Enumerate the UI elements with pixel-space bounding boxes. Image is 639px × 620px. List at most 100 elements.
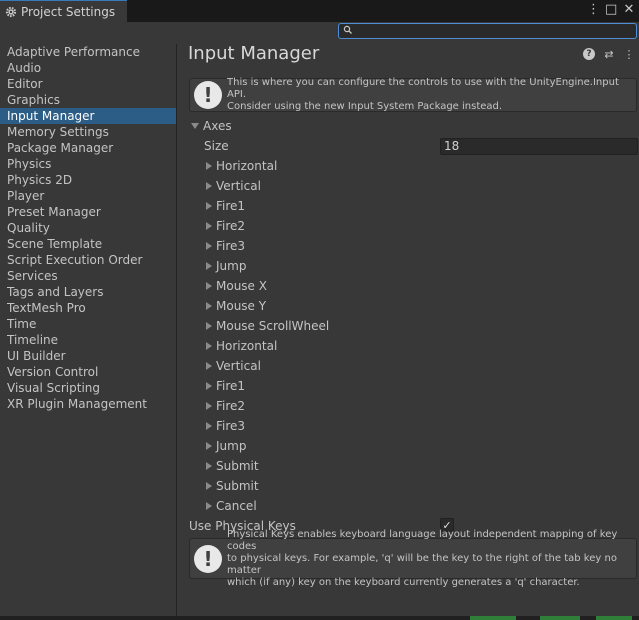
chevron-right-icon <box>206 402 212 410</box>
warning-icon: ! <box>194 81 222 109</box>
chevron-right-icon <box>206 382 212 390</box>
chevron-right-icon <box>206 262 212 270</box>
info-help-box: ! This is where you can configure the co… <box>189 77 637 112</box>
warning-icon: ! <box>194 544 222 573</box>
axis-item-fire3[interactable]: Fire3 <box>206 236 245 256</box>
axes-label: Axes <box>203 119 232 133</box>
sidebar-item-visual-scripting[interactable]: Visual Scripting <box>0 380 176 396</box>
axis-item-vertical-2[interactable]: Vertical <box>206 356 261 376</box>
chevron-right-icon <box>206 482 212 490</box>
maximize-icon[interactable]: □ <box>605 2 617 18</box>
sidebar-item-scene-template[interactable]: Scene Template <box>0 236 176 252</box>
sidebar-item-audio[interactable]: Audio <box>0 60 176 76</box>
axis-item-fire3-2[interactable]: Fire3 <box>206 416 245 436</box>
axis-label: Fire3 <box>216 239 246 253</box>
sidebar-item-player[interactable]: Player <box>0 188 176 204</box>
chevron-down-icon <box>191 123 199 129</box>
sidebar-item-editor[interactable]: Editor <box>0 76 176 92</box>
chevron-right-icon <box>206 362 212 370</box>
chevron-right-icon <box>206 182 212 190</box>
axis-item-submit[interactable]: Submit <box>206 456 259 476</box>
sidebar-item-input-manager[interactable]: Input Manager <box>0 108 176 124</box>
axis-label: Fire2 <box>216 219 246 233</box>
sidebar-item-textmesh-pro[interactable]: TextMesh Pro <box>0 300 176 316</box>
chevron-right-icon <box>206 302 212 310</box>
preset-icon[interactable]: ⇄ <box>603 48 615 61</box>
sidebar-item-time[interactable]: Time <box>0 316 176 332</box>
axes-foldout[interactable]: Axes <box>191 116 232 136</box>
background-block <box>596 616 632 620</box>
window-titlebar: Project Settings ⋮ □ ✕ <box>0 0 639 22</box>
size-field[interactable]: 18 <box>440 138 638 155</box>
physical-keys-help-box: ! Physical Keys enables keyboard languag… <box>189 529 637 588</box>
size-label: Size <box>204 139 229 153</box>
chevron-right-icon <box>206 342 212 350</box>
axis-label: Fire1 <box>216 379 246 393</box>
search-row <box>0 22 639 41</box>
sidebar-item-timeline[interactable]: Timeline <box>0 332 176 348</box>
axis-label: Vertical <box>216 359 261 373</box>
axis-item-submit-2[interactable]: Submit <box>206 476 259 496</box>
background-block <box>470 616 516 620</box>
tab-title: Project Settings <box>21 4 116 19</box>
sidebar-item-memory-settings[interactable]: Memory Settings <box>0 124 176 140</box>
sidebar-item-quality[interactable]: Quality <box>0 220 176 236</box>
axis-label: Cancel <box>216 499 257 513</box>
sidebar-item-services[interactable]: Services <box>0 268 176 284</box>
axis-item-fire1-2[interactable]: Fire1 <box>206 376 245 396</box>
sidebar-item-physics-2d[interactable]: Physics 2D <box>0 172 176 188</box>
axis-item-horizontal[interactable]: Horizontal <box>206 156 277 176</box>
chevron-right-icon <box>206 202 212 210</box>
sidebar-item-preset-manager[interactable]: Preset Manager <box>0 204 176 220</box>
gear-icon <box>5 6 17 17</box>
chevron-right-icon <box>206 462 212 470</box>
axis-label: Fire3 <box>216 419 246 433</box>
axis-item-fire2[interactable]: Fire2 <box>206 216 245 236</box>
axis-label: Mouse Y <box>216 299 267 313</box>
sidebar-item-package-manager[interactable]: Package Manager <box>0 140 176 156</box>
axis-label: Horizontal <box>216 159 278 173</box>
search-input[interactable] <box>338 23 637 39</box>
chevron-right-icon <box>206 162 212 170</box>
sidebar-item-adaptive-performance[interactable]: Adaptive Performance <box>0 44 176 60</box>
axis-label: Submit <box>216 459 259 473</box>
settings-content: Input Manager ? ⇄ ⋮ ! This is where you … <box>178 41 639 616</box>
axis-label: Fire1 <box>216 199 246 213</box>
bottom-strip <box>0 616 639 620</box>
kebab-menu-icon[interactable]: ⋮ <box>623 48 635 61</box>
sidebar-item-version-control[interactable]: Version Control <box>0 364 176 380</box>
help-icon[interactable]: ? <box>583 48 595 60</box>
chevron-right-icon <box>206 282 212 290</box>
axis-label: Mouse X <box>216 279 267 293</box>
axis-item-horizontal-2[interactable]: Horizontal <box>206 336 277 356</box>
axis-item-jump-2[interactable]: Jump <box>206 436 246 456</box>
axis-label: Horizontal <box>216 339 278 353</box>
axis-item-fire1[interactable]: Fire1 <box>206 196 245 216</box>
axis-item-mouse-y[interactable]: Mouse Y <box>206 296 266 316</box>
axis-label: Jump <box>216 439 247 453</box>
sidebar-item-tags-and-layers[interactable]: Tags and Layers <box>0 284 176 300</box>
axis-label: Mouse ScrollWheel <box>216 319 330 333</box>
close-icon[interactable]: ✕ <box>623 2 635 18</box>
info-line-2: Consider using the new Input System Pack… <box>227 101 503 112</box>
sidebar-item-script-execution-order[interactable]: Script Execution Order <box>0 252 176 268</box>
chevron-right-icon <box>206 502 212 510</box>
axis-item-cancel[interactable]: Cancel <box>206 496 257 516</box>
axis-item-vertical[interactable]: Vertical <box>206 176 261 196</box>
axis-label: Submit <box>216 479 259 493</box>
sidebar-item-ui-builder[interactable]: UI Builder <box>0 348 176 364</box>
axis-item-mouse-scrollwheel[interactable]: Mouse ScrollWheel <box>206 316 329 336</box>
sidebar-item-physics[interactable]: Physics <box>0 156 176 172</box>
physical-info-line-1: Physical Keys enables keyboard language … <box>227 528 618 552</box>
sidebar-item-graphics[interactable]: Graphics <box>0 92 176 108</box>
axis-item-jump[interactable]: Jump <box>206 256 246 276</box>
axis-label: Vertical <box>216 179 261 193</box>
tab-project-settings[interactable]: Project Settings <box>0 0 127 22</box>
chevron-right-icon <box>206 322 212 330</box>
kebab-menu-icon[interactable]: ⋮ <box>587 2 600 18</box>
axis-item-mouse-x[interactable]: Mouse X <box>206 276 267 296</box>
axis-item-fire2-2[interactable]: Fire2 <box>206 396 245 416</box>
chevron-right-icon <box>206 242 212 250</box>
chevron-right-icon <box>206 422 212 430</box>
sidebar-item-xr-plugin-management[interactable]: XR Plugin Management <box>0 396 176 412</box>
